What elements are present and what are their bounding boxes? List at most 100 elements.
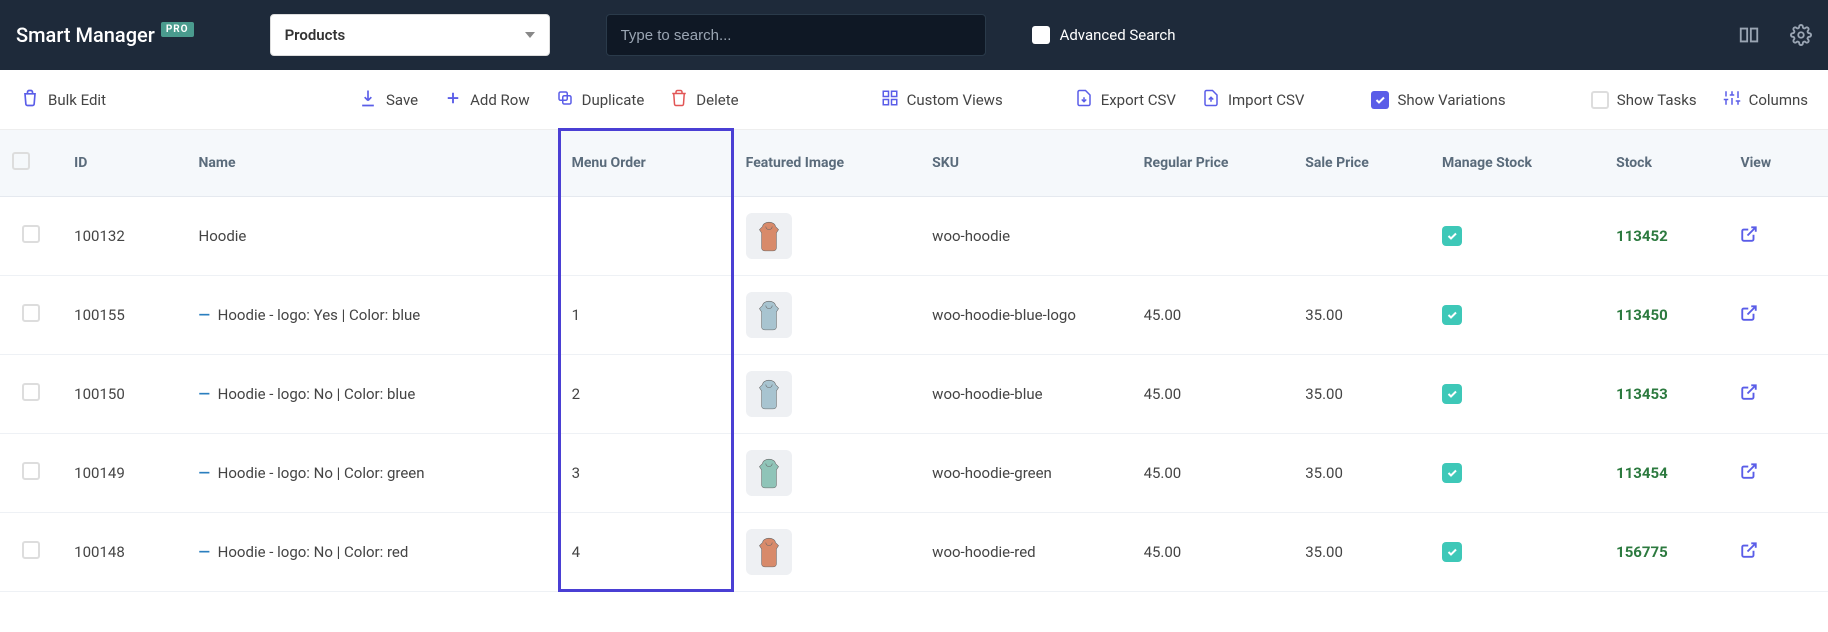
checkbox-checked-icon[interactable] [1442, 226, 1462, 246]
duplicate-button[interactable]: Duplicate [556, 89, 645, 111]
dashboard-select[interactable]: Products [270, 14, 550, 56]
table-row[interactable]: 100148— Hoodie - logo: No | Color: red4 w… [0, 513, 1828, 592]
cell-regular-price[interactable] [1132, 197, 1294, 276]
cell-menu-order[interactable]: 4 [560, 513, 734, 592]
checkbox-icon[interactable] [22, 304, 40, 322]
cell-manage-stock[interactable] [1430, 276, 1604, 355]
cell-select[interactable] [0, 355, 62, 434]
cell-id[interactable]: 100149 [62, 434, 186, 513]
checkbox-checked-icon[interactable] [1442, 542, 1462, 562]
col-header-sku[interactable]: SKU [920, 130, 1131, 197]
col-header-id[interactable]: ID [62, 130, 186, 197]
external-link-icon[interactable] [1740, 541, 1758, 559]
table-row[interactable]: 100155— Hoodie - logo: Yes | Color: blue… [0, 276, 1828, 355]
col-header-stock[interactable]: Stock [1604, 130, 1728, 197]
cell-name[interactable]: — Hoodie - logo: No | Color: blue [187, 355, 560, 434]
checkbox-icon[interactable] [22, 225, 40, 243]
col-header-select[interactable] [0, 130, 62, 197]
table-row[interactable]: 100132Hoodiewoo-hoodie113452 [0, 197, 1828, 276]
cell-featured-image[interactable] [734, 355, 921, 434]
cell-featured-image[interactable] [734, 197, 921, 276]
cell-manage-stock[interactable] [1430, 513, 1604, 592]
cell-manage-stock[interactable] [1430, 197, 1604, 276]
cell-stock[interactable]: 113450 [1604, 276, 1728, 355]
table-row[interactable]: 100149— Hoodie - logo: No | Color: green… [0, 434, 1828, 513]
cell-name[interactable]: — Hoodie - logo: Yes | Color: blue [187, 276, 560, 355]
show-variations-toggle[interactable]: Show Variations [1371, 91, 1505, 109]
cell-sku[interactable]: woo-hoodie-green [920, 434, 1131, 513]
cell-menu-order[interactable]: 2 [560, 355, 734, 434]
cell-view[interactable] [1728, 513, 1828, 592]
cell-sku[interactable]: woo-hoodie-blue-logo [920, 276, 1131, 355]
checkbox-icon[interactable] [22, 462, 40, 480]
checkbox-checked-icon[interactable] [1442, 384, 1462, 404]
export-csv-button[interactable]: Export CSV [1075, 89, 1176, 111]
cell-manage-stock[interactable] [1430, 434, 1604, 513]
col-header-featured-image[interactable]: Featured Image [734, 130, 921, 197]
cell-view[interactable] [1728, 434, 1828, 513]
cell-sale-price[interactable]: 35.00 [1293, 276, 1430, 355]
cell-regular-price[interactable]: 45.00 [1132, 355, 1294, 434]
cell-menu-order[interactable] [560, 197, 734, 276]
cell-sale-price[interactable] [1293, 197, 1430, 276]
cell-name[interactable]: — Hoodie - logo: No | Color: red [187, 513, 560, 592]
cell-manage-stock[interactable] [1430, 355, 1604, 434]
external-link-icon[interactable] [1740, 383, 1758, 401]
cell-name[interactable]: Hoodie [187, 197, 560, 276]
cell-regular-price[interactable]: 45.00 [1132, 434, 1294, 513]
cell-stock[interactable]: 113454 [1604, 434, 1728, 513]
product-thumbnail[interactable] [746, 371, 792, 417]
col-header-sale-price[interactable]: Sale Price [1293, 130, 1430, 197]
cell-id[interactable]: 100150 [62, 355, 186, 434]
col-header-view[interactable]: View [1728, 130, 1828, 197]
cell-sale-price[interactable]: 35.00 [1293, 513, 1430, 592]
custom-views-button[interactable]: Custom Views [881, 89, 1003, 111]
col-header-regular-price[interactable]: Regular Price [1132, 130, 1294, 197]
checkbox-icon[interactable] [12, 152, 30, 170]
cell-regular-price[interactable]: 45.00 [1132, 513, 1294, 592]
product-thumbnail[interactable] [746, 450, 792, 496]
external-link-icon[interactable] [1740, 304, 1758, 322]
cell-stock[interactable]: 113452 [1604, 197, 1728, 276]
table-row[interactable]: 100150— Hoodie - logo: No | Color: blue2… [0, 355, 1828, 434]
cell-sku[interactable]: woo-hoodie [920, 197, 1131, 276]
cell-sku[interactable]: woo-hoodie-blue [920, 355, 1131, 434]
add-row-button[interactable]: Add Row [444, 89, 530, 111]
cell-id[interactable]: 100148 [62, 513, 186, 592]
cell-sale-price[interactable]: 35.00 [1293, 434, 1430, 513]
cell-featured-image[interactable] [734, 276, 921, 355]
col-header-name[interactable]: Name [187, 130, 560, 197]
checkbox-checked-icon[interactable] [1442, 463, 1462, 483]
import-csv-button[interactable]: Import CSV [1202, 89, 1305, 111]
cell-view[interactable] [1728, 276, 1828, 355]
cell-menu-order[interactable]: 3 [560, 434, 734, 513]
docs-icon[interactable] [1738, 24, 1760, 46]
product-thumbnail[interactable] [746, 529, 792, 575]
delete-button[interactable]: Delete [670, 89, 738, 111]
cell-view[interactable] [1728, 197, 1828, 276]
col-header-manage-stock[interactable]: Manage Stock [1430, 130, 1604, 197]
cell-featured-image[interactable] [734, 513, 921, 592]
checkbox-checked-icon[interactable] [1442, 305, 1462, 325]
show-tasks-toggle[interactable]: Show Tasks [1591, 91, 1697, 109]
col-header-menu-order[interactable]: Menu Order [560, 130, 734, 197]
product-thumbnail[interactable] [746, 213, 792, 259]
cell-sku[interactable]: woo-hoodie-red [920, 513, 1131, 592]
cell-select[interactable] [0, 434, 62, 513]
advanced-search-toggle[interactable]: Advanced Search [1032, 26, 1176, 44]
cell-select[interactable] [0, 276, 62, 355]
checkbox-icon[interactable] [22, 383, 40, 401]
external-link-icon[interactable] [1740, 462, 1758, 480]
bulk-edit-button[interactable]: Bulk Edit [20, 88, 106, 112]
search-input[interactable] [606, 14, 986, 56]
checkbox-icon[interactable] [22, 541, 40, 559]
columns-button[interactable]: Columns [1723, 89, 1808, 111]
cell-select[interactable] [0, 513, 62, 592]
external-link-icon[interactable] [1740, 225, 1758, 243]
save-button[interactable]: Save [358, 88, 418, 112]
cell-name[interactable]: — Hoodie - logo: No | Color: green [187, 434, 560, 513]
cell-sale-price[interactable]: 35.00 [1293, 355, 1430, 434]
settings-icon[interactable] [1790, 24, 1812, 46]
cell-id[interactable]: 100155 [62, 276, 186, 355]
cell-stock[interactable]: 156775 [1604, 513, 1728, 592]
